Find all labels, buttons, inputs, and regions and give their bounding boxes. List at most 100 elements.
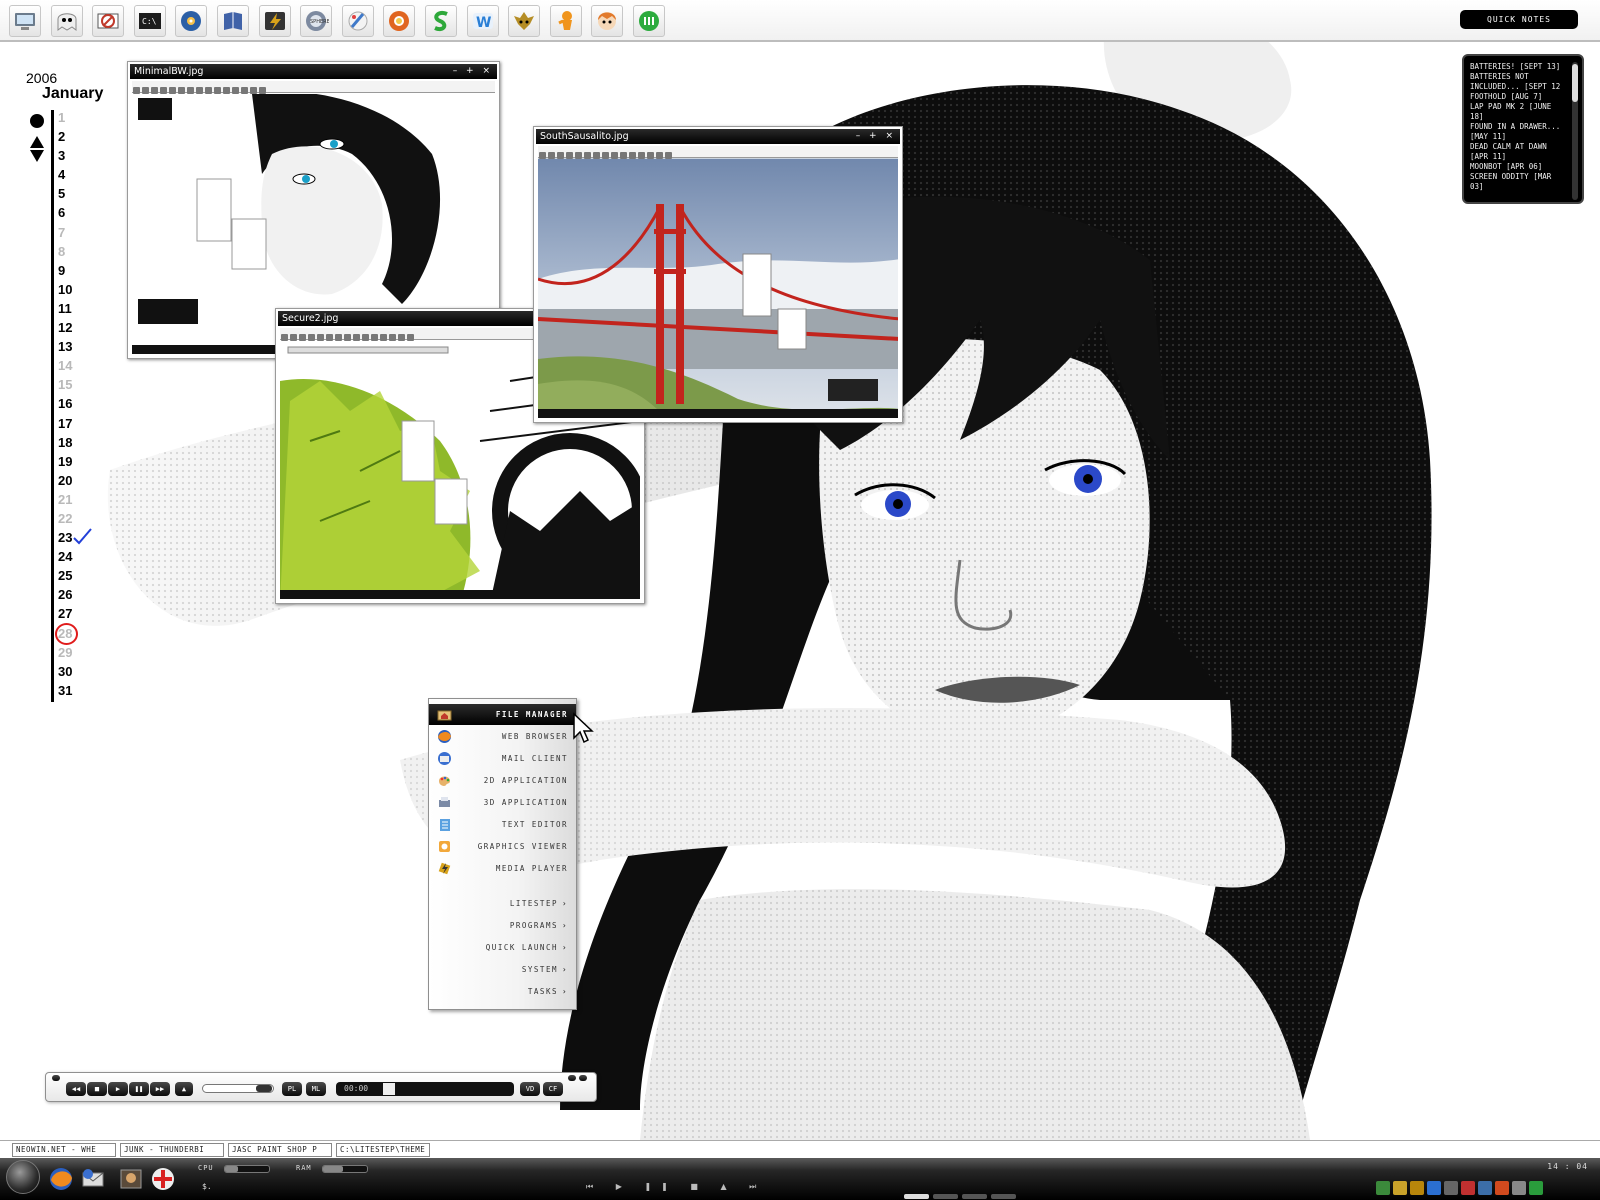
menu-item-2d-application[interactable]: 2D APPLICATION	[429, 770, 576, 791]
green-s-icon[interactable]	[425, 5, 457, 37]
menu-item-mail-client[interactable]: MAIL CLIENT	[429, 748, 576, 769]
paint-brush-icon[interactable]	[341, 5, 374, 37]
player-minimize-button[interactable]	[568, 1075, 576, 1081]
eject-button[interactable]: ▲	[175, 1082, 193, 1096]
no-smoking-sign-icon[interactable]	[92, 5, 125, 37]
task-button[interactable]: JASC PAINT SHOP P	[228, 1143, 332, 1157]
calendar-day[interactable]: 27	[58, 604, 98, 623]
calendar-day[interactable]: 14	[58, 356, 98, 375]
red-cross-icon[interactable]	[150, 1166, 176, 1192]
calendar-day[interactable]: 12	[58, 318, 98, 337]
seek-bar[interactable]: 00:00	[336, 1082, 514, 1096]
window-titlebar[interactable]: MinimalBW.jpg – + ×	[130, 64, 497, 79]
calendar-day[interactable]: 31	[58, 681, 98, 700]
play-button[interactable]: ▶	[108, 1082, 128, 1096]
calendar-day[interactable]: 10	[58, 280, 98, 299]
start-orb-button[interactable]	[6, 1160, 40, 1194]
chrome-sphere-icon[interactable]: SPHERE	[300, 5, 333, 37]
calendar-day[interactable]: 19	[58, 452, 98, 471]
task-button[interactable]: C:\LITESTEP\THEME	[336, 1143, 430, 1157]
calendar-day[interactable]: 11	[58, 299, 98, 318]
pause-button[interactable]: ❚❚	[129, 1082, 149, 1096]
menu-item-media-player[interactable]: MEDIA PLAYER	[429, 858, 576, 879]
goblin-head-icon[interactable]	[508, 5, 541, 37]
seek-thumb[interactable]	[383, 1083, 395, 1095]
calendar-day[interactable]: 25	[58, 566, 98, 585]
menu-item-tasks[interactable]: TASKS ›	[429, 981, 576, 1002]
calendar-day[interactable]: 28	[55, 622, 98, 645]
tray-lightning-icon[interactable]	[1393, 1181, 1407, 1195]
tray-za-icon[interactable]	[1410, 1181, 1424, 1195]
calendar-day[interactable]: 16	[58, 394, 98, 413]
calendar-day[interactable]: 20	[58, 471, 98, 490]
menu-item-text-editor[interactable]: TEXT EDITOR	[429, 814, 576, 835]
menu-item-system[interactable]: SYSTEM ›	[429, 959, 576, 980]
book-icon[interactable]	[217, 5, 249, 37]
calendar-day[interactable]: 3	[58, 146, 98, 165]
config-button[interactable]: CF	[543, 1082, 563, 1096]
menu-item-graphics-viewer[interactable]: GRAPHICS VIEWER	[429, 836, 576, 857]
run-prompt[interactable]: $.	[202, 1182, 212, 1191]
playlist-button[interactable]: PL	[282, 1082, 302, 1096]
desktop-2-button[interactable]	[933, 1194, 958, 1199]
task-button[interactable]: JUNK - THUNDERBI	[120, 1143, 224, 1157]
menu-item-web-browser[interactable]: WEB BROWSER	[429, 726, 576, 747]
calendar-day[interactable]: 29	[58, 643, 98, 662]
note-item[interactable]: BATTERIES NOT INCLUDED... [SEPT 12	[1470, 72, 1568, 92]
menu-item-file-manager[interactable]: FILE MANAGER	[429, 704, 576, 725]
calendar-day[interactable]: 8	[58, 242, 98, 261]
note-item[interactable]: BATTERIES! [SEPT 13]	[1470, 62, 1568, 72]
mini-media-controls[interactable]: ⏮ ▶ ❚❚ ■ ▲ ⏭	[586, 1182, 766, 1192]
quick-notes-button[interactable]: QUICK NOTES	[1460, 10, 1578, 29]
calendar-day[interactable]: 21	[58, 490, 98, 509]
photo-icon[interactable]	[118, 1166, 144, 1192]
my-computer-icon[interactable]	[9, 5, 41, 37]
tray-speaker-icon[interactable]	[1478, 1181, 1492, 1195]
calendar-day[interactable]: 7	[58, 223, 98, 242]
task-button[interactable]: NEOWIN.NET - WHE	[12, 1143, 116, 1157]
window-titlebar[interactable]: SouthSausalito.jpg – + ×	[536, 129, 900, 144]
calendar-day[interactable]: 24	[58, 547, 98, 566]
note-item[interactable]: FOOTHOLD [AUG 7]	[1470, 92, 1568, 102]
desktop-1-button[interactable]	[904, 1194, 929, 1199]
calendar-day[interactable]: 4	[58, 165, 98, 184]
w-letter-icon[interactable]: W	[466, 5, 499, 37]
media-disc-icon[interactable]	[175, 5, 208, 37]
calendar-day[interactable]: 9	[58, 261, 98, 280]
desktop-3-button[interactable]	[962, 1194, 987, 1199]
calendar-day[interactable]: 18	[58, 433, 98, 452]
tray-check-icon[interactable]	[1529, 1181, 1543, 1195]
calendar-day[interactable]: 5	[58, 184, 98, 203]
calendar-next-month-icon[interactable]	[30, 150, 44, 162]
tray-shield-icon[interactable]	[1461, 1181, 1475, 1195]
calendar-day[interactable]: 26	[58, 585, 98, 604]
menu-item-programs[interactable]: PROGRAMS ›	[429, 915, 576, 936]
command-prompt-icon[interactable]: C:\	[133, 5, 166, 37]
calendar-day[interactable]: 6	[58, 203, 98, 222]
window-controls[interactable]: – + ×	[856, 129, 896, 144]
calendar-day[interactable]: 2	[58, 127, 98, 146]
stop-button[interactable]: ■	[87, 1082, 107, 1096]
calendar-day[interactable]: 17	[58, 414, 98, 433]
calendar-day[interactable]: 30	[58, 662, 98, 681]
desktop-4-button[interactable]	[991, 1194, 1016, 1199]
note-item[interactable]: SCREEN ODDITY [MAR 03]	[1470, 172, 1568, 192]
tray-windows-icon[interactable]	[1427, 1181, 1441, 1195]
tray-antivirus-icon[interactable]	[1495, 1181, 1509, 1195]
calendar-prev-month-icon[interactable]	[30, 136, 44, 148]
calendar-day[interactable]: 23	[58, 528, 98, 547]
player-close-button[interactable]	[579, 1075, 587, 1081]
calendar-day[interactable]: 13	[58, 337, 98, 356]
tray-display-icon[interactable]	[1512, 1181, 1526, 1195]
next-track-button[interactable]: ▶▶	[150, 1082, 170, 1096]
image-window-southsausalito[interactable]: SouthSausalito.jpg – + ×	[533, 126, 903, 423]
tray-monitor-icon[interactable]	[1444, 1181, 1458, 1195]
menu-item-quick-launch[interactable]: QUICK LAUNCH ›	[429, 937, 576, 958]
video-button[interactable]: VD	[520, 1082, 540, 1096]
green-orb-icon[interactable]	[633, 5, 665, 37]
menu-item-litestep[interactable]: LITESTEP ›	[429, 893, 576, 914]
calendar-day[interactable]: 15	[58, 375, 98, 394]
window-controls[interactable]: – + ×	[453, 64, 493, 79]
firefox-icon[interactable]	[48, 1166, 74, 1192]
player-menu-button[interactable]	[52, 1075, 60, 1081]
